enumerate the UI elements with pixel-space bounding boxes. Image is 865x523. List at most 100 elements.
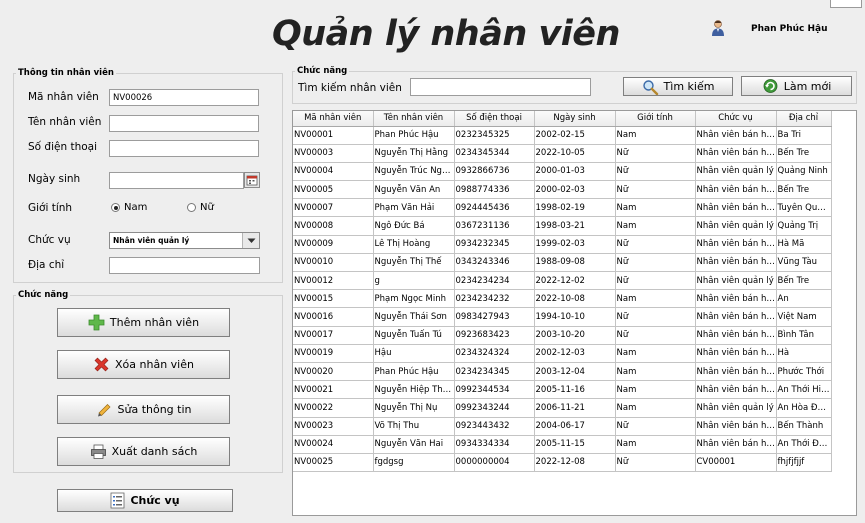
delete-employee-button[interactable]: Xóa nhân viên xyxy=(57,350,230,379)
table-cell[interactable]: 2005-11-15 xyxy=(534,435,616,454)
column-header[interactable]: Số điện thoại xyxy=(454,111,535,127)
table-cell[interactable]: 0232345325 xyxy=(454,126,535,145)
table-cell[interactable]: 0234324324 xyxy=(454,344,535,363)
table-row[interactable]: NV00019 Hậu 0234324324 2002-12-03 Nam Nhân vi… xyxy=(293,344,832,363)
table-cell[interactable]: 0234234345 xyxy=(454,362,535,382)
table-cell[interactable]: Bến Tre xyxy=(776,180,832,200)
table-cell[interactable]: NV00012 xyxy=(293,271,374,291)
table-cell[interactable]: 0934334334 xyxy=(454,435,535,454)
table-row[interactable]: NV00007 Phạm Văn Hải 0924445436 1998-02-19 N… xyxy=(293,198,832,218)
table-cell[interactable]: Nhân viên bán hàng xyxy=(695,326,777,345)
table-cell[interactable]: Lê Thị Hoàng xyxy=(373,235,455,254)
table-cell[interactable]: Nhân viên bán hàng xyxy=(695,344,777,363)
table-cell[interactable]: Nhân viên quản lý xyxy=(695,398,777,418)
table-cell[interactable]: Việt Nam xyxy=(776,307,832,327)
position-select[interactable]: Nhân viên quản lý xyxy=(109,232,260,249)
table-cell[interactable]: Nữ xyxy=(615,144,696,163)
table-cell[interactable]: Nhân viên bán hàng xyxy=(695,289,777,309)
table-cell[interactable]: 2003-10-20 xyxy=(534,326,616,345)
phone-field[interactable] xyxy=(109,140,259,157)
add-employee-button[interactable]: Thêm nhân viên xyxy=(57,308,230,337)
table-cell[interactable]: NV00004 xyxy=(293,162,374,182)
table-cell[interactable]: g xyxy=(373,271,455,291)
table-cell[interactable]: NV00016 xyxy=(293,307,374,327)
column-header[interactable]: Tên nhân viên xyxy=(373,111,455,127)
table-cell[interactable]: Bến Thành xyxy=(776,417,832,436)
employee-name-field[interactable] xyxy=(109,115,259,132)
search-button[interactable]: Tìm kiếm xyxy=(623,77,733,96)
table-cell[interactable]: 0234234232 xyxy=(454,289,535,309)
table-cell[interactable]: Bến Tre xyxy=(776,144,832,163)
table-cell[interactable]: Nguyễn Văn Hai xyxy=(373,435,455,454)
table-cell[interactable]: 2004-06-17 xyxy=(534,417,616,436)
table-row[interactable]: NV00003 Nguyễn Thị Hằng 0234345344 2022-10-… xyxy=(293,144,832,163)
table-cell[interactable]: NV00024 xyxy=(293,435,374,454)
table-cell[interactable]: NV00019 xyxy=(293,344,374,363)
table-cell[interactable]: NV00003 xyxy=(293,144,374,163)
table-cell[interactable]: 0343243346 xyxy=(454,253,535,273)
table-row[interactable]: NV00001 Phan Phúc Hậu 0232345325 2002-02-15… xyxy=(293,126,832,145)
table-cell[interactable]: Nguyễn Thị Hằng xyxy=(373,144,455,163)
table-cell[interactable]: NV00020 xyxy=(293,362,374,382)
table-cell[interactable]: Ba Tri xyxy=(776,126,832,145)
employee-table-container[interactable]: Mã nhân viên Tên nhân viên Số điện thoại Ng… xyxy=(292,110,857,516)
table-cell[interactable]: An Thới Hiệp xyxy=(776,380,832,400)
position-management-button[interactable]: Chức vụ xyxy=(57,489,233,512)
table-row[interactable]: NV00016 Nguyễn Thái Sơn 0983427943 1994-10-… xyxy=(293,307,832,327)
table-cell[interactable]: NV00001 xyxy=(293,126,374,145)
table-cell[interactable]: Nhân viên bán hàng xyxy=(695,126,777,145)
search-input[interactable] xyxy=(410,78,591,96)
table-cell[interactable]: Nữ xyxy=(615,271,696,291)
table-cell[interactable]: Nam xyxy=(615,198,696,218)
table-cell[interactable]: Nhân viên bán hàng xyxy=(695,253,777,273)
table-cell[interactable]: Quảng Trị xyxy=(776,216,832,236)
table-cell[interactable]: CV00001 xyxy=(695,453,777,473)
export-list-button[interactable]: Xuất danh sách xyxy=(57,437,230,466)
table-row[interactable]: NV00010 Nguyễn Thị Thế 0343243346 1988-09-0… xyxy=(293,253,832,273)
table-cell[interactable]: Nữ xyxy=(615,253,696,273)
table-cell[interactable]: 2002-12-03 xyxy=(534,344,616,363)
table-cell[interactable]: Nữ xyxy=(615,417,696,436)
table-cell[interactable]: 2003-12-04 xyxy=(534,362,616,382)
table-cell[interactable]: Nhân viên bán hàng xyxy=(695,362,777,382)
table-cell[interactable]: 0934232345 xyxy=(454,235,535,254)
table-cell[interactable]: 0234345344 xyxy=(454,144,535,163)
table-cell[interactable]: An xyxy=(776,289,832,309)
table-cell[interactable]: Nữ xyxy=(615,326,696,345)
table-cell[interactable]: 1998-02-19 xyxy=(534,198,616,218)
table-cell[interactable]: Nhân viên quản lý xyxy=(695,162,777,182)
table-cell[interactable]: Nguyễn Tuấn Tú xyxy=(373,326,455,345)
table-cell[interactable]: Nữ xyxy=(615,235,696,254)
table-cell[interactable]: Phan Phúc Hậu xyxy=(373,362,455,382)
table-cell[interactable]: fhjfjfjjf xyxy=(776,453,832,473)
table-cell[interactable]: Nhân viên quản lý xyxy=(695,271,777,291)
table-cell[interactable]: NV00023 xyxy=(293,417,374,436)
table-cell[interactable]: Phước Thới xyxy=(776,362,832,382)
table-cell[interactable]: NV00007 xyxy=(293,198,374,218)
table-cell[interactable]: Nữ xyxy=(615,162,696,182)
table-cell[interactable]: 1998-03-21 xyxy=(534,216,616,236)
table-cell[interactable]: NV00009 xyxy=(293,235,374,254)
table-cell[interactable]: Nam xyxy=(615,289,696,309)
table-cell[interactable]: Nguyễn Thị Thế xyxy=(373,253,455,273)
table-cell[interactable]: Tuyên Quang xyxy=(776,198,832,218)
table-cell[interactable]: Phạm Văn Hải xyxy=(373,198,455,218)
table-cell[interactable]: Nam xyxy=(615,216,696,236)
column-header[interactable]: Mã nhân viên xyxy=(293,111,374,127)
table-cell[interactable]: An Hòa Đông xyxy=(776,398,832,418)
table-row[interactable]: NV00024 Nguyễn Văn Hai 0934334334 2005-11-1… xyxy=(293,435,832,454)
table-cell[interactable]: 2005-11-16 xyxy=(534,380,616,400)
table-cell[interactable]: Nhân viên bán hàng xyxy=(695,307,777,327)
table-cell[interactable]: Võ Thị Thu xyxy=(373,417,455,436)
table-cell[interactable]: 2000-01-03 xyxy=(534,162,616,182)
table-cell[interactable]: NV00005 xyxy=(293,180,374,200)
table-cell[interactable]: Nam xyxy=(615,362,696,382)
table-cell[interactable]: Nam xyxy=(615,344,696,363)
table-cell[interactable]: 0983427943 xyxy=(454,307,535,327)
table-row[interactable]: NV00012 g 0234234234 2022-12-02 Nữ Nhân viên … xyxy=(293,271,832,291)
birthdate-field[interactable] xyxy=(109,172,244,189)
table-row[interactable]: NV00004 Nguyễn Trúc Nguy... 0932866736 2000… xyxy=(293,162,832,182)
table-row[interactable]: NV00025 fgdgsg 0000000004 2022-12-08 Nữ CV000… xyxy=(293,453,832,473)
table-cell[interactable]: NV00021 xyxy=(293,380,374,400)
table-cell[interactable]: NV00008 xyxy=(293,216,374,236)
